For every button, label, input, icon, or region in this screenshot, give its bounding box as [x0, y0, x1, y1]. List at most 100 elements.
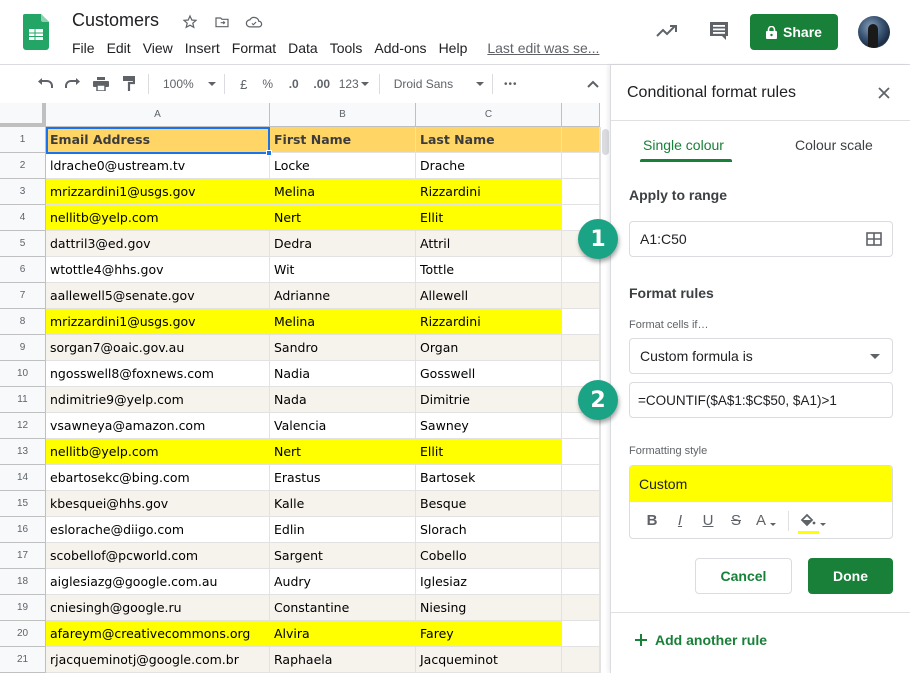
- cell-last-name[interactable]: Gosswell: [416, 361, 562, 387]
- cell-empty[interactable]: [562, 127, 600, 153]
- cell-last-name[interactable]: Allewell: [416, 283, 562, 309]
- row-header[interactable]: 8: [0, 309, 46, 335]
- account-avatar[interactable]: [858, 16, 890, 48]
- cell-email[interactable]: nellitb@yelp.com: [46, 205, 270, 231]
- cell-first-name[interactable]: Kalle: [270, 491, 416, 517]
- menu-format[interactable]: Format: [226, 38, 282, 58]
- cell-last-name[interactable]: Attril: [416, 231, 562, 257]
- cell-last-name[interactable]: Drache: [416, 153, 562, 179]
- row-header[interactable]: 2: [0, 153, 46, 179]
- activity-trend-icon[interactable]: [656, 22, 678, 38]
- row-header[interactable]: 21: [0, 647, 46, 673]
- sheets-logo-icon[interactable]: [23, 14, 49, 50]
- row-header[interactable]: 11: [0, 387, 46, 413]
- cell-email[interactable]: ndimitrie9@yelp.com: [46, 387, 270, 413]
- cell-empty[interactable]: [562, 179, 600, 205]
- cell-email[interactable]: mrizzardini1@usgs.gov: [46, 309, 270, 335]
- cell-first-name[interactable]: Erastus: [270, 465, 416, 491]
- row-header[interactable]: 16: [0, 517, 46, 543]
- cell-empty[interactable]: [562, 309, 600, 335]
- done-button[interactable]: Done: [808, 558, 893, 594]
- menu-data[interactable]: Data: [282, 38, 324, 58]
- comment-icon[interactable]: [708, 20, 730, 42]
- add-another-rule-button[interactable]: Add another rule: [635, 632, 767, 648]
- cell-last-name[interactable]: Organ: [416, 335, 562, 361]
- cell-last-name[interactable]: Tottle: [416, 257, 562, 283]
- more-formats-button[interactable]: 123: [337, 72, 371, 96]
- row-header[interactable]: 20: [0, 621, 46, 647]
- cell-email[interactable]: aiglesiazg@google.com.au: [46, 569, 270, 595]
- undo-icon[interactable]: [34, 72, 56, 96]
- font-select[interactable]: Droid Sans: [388, 72, 484, 96]
- custom-formula-input[interactable]: =COUNTIF($A$1:$C$50, $A1)>1: [629, 382, 893, 418]
- increase-decimal-button[interactable]: .00: [307, 72, 337, 96]
- cell-last-name[interactable]: Cobello: [416, 543, 562, 569]
- row-header[interactable]: 9: [0, 335, 46, 361]
- cell-last-name[interactable]: Sawney: [416, 413, 562, 439]
- row-header[interactable]: 14: [0, 465, 46, 491]
- condition-select[interactable]: Custom formula is: [629, 338, 893, 374]
- cell-first-name[interactable]: Audry: [270, 569, 416, 595]
- cell-first-name[interactable]: Melina: [270, 309, 416, 335]
- star-icon[interactable]: [180, 12, 200, 32]
- cell-first-name[interactable]: Dedra: [270, 231, 416, 257]
- cell-last-name[interactable]: Jacqueminot: [416, 647, 562, 673]
- cell-empty[interactable]: [562, 257, 600, 283]
- tab-single-colour[interactable]: Single colour: [643, 137, 724, 153]
- close-icon[interactable]: [875, 84, 893, 102]
- menu-edit[interactable]: Edit: [101, 38, 137, 58]
- row-header[interactable]: 5: [0, 231, 46, 257]
- cell-last-name[interactable]: Ellit: [416, 439, 562, 465]
- cell-first-name[interactable]: Melina: [270, 179, 416, 205]
- cell-email[interactable]: sorgan7@oaic.gov.au: [46, 335, 270, 361]
- cell-first-name[interactable]: Adrianne: [270, 283, 416, 309]
- decrease-decimal-button[interactable]: .0: [281, 72, 307, 96]
- cell-last-name[interactable]: Niesing: [416, 595, 562, 621]
- row-header[interactable]: 13: [0, 439, 46, 465]
- move-to-folder-icon[interactable]: [212, 12, 232, 32]
- bold-button[interactable]: B: [638, 509, 666, 533]
- cell-email[interactable]: mrizzardini1@usgs.gov: [46, 179, 270, 205]
- menu-file[interactable]: File: [66, 38, 101, 58]
- cell-first-name[interactable]: Locke: [270, 153, 416, 179]
- row-header[interactable]: 19: [0, 595, 46, 621]
- format-percent-button[interactable]: %: [255, 72, 281, 96]
- cell-email[interactable]: cniesingh@google.ru: [46, 595, 270, 621]
- cell-email[interactable]: ldrache0@ustream.tv: [46, 153, 270, 179]
- cell-first-name[interactable]: Nada: [270, 387, 416, 413]
- cell-first-name[interactable]: Sandro: [270, 335, 416, 361]
- row-header[interactable]: 18: [0, 569, 46, 595]
- cell-last-name[interactable]: Rizzardini: [416, 309, 562, 335]
- menu-insert[interactable]: Insert: [179, 38, 226, 58]
- menu-add-ons[interactable]: Add-ons: [368, 38, 432, 58]
- paint-format-icon[interactable]: [118, 72, 140, 96]
- cell-empty[interactable]: [562, 517, 600, 543]
- cell-email[interactable]: scobellof@pcworld.com: [46, 543, 270, 569]
- cell-email[interactable]: eslorache@diigo.com: [46, 517, 270, 543]
- cell-empty[interactable]: [562, 153, 600, 179]
- cell-empty[interactable]: [562, 491, 600, 517]
- cell-last-name[interactable]: Bartosek: [416, 465, 562, 491]
- cell-email[interactable]: ebartosekc@bing.com: [46, 465, 270, 491]
- row-header[interactable]: 3: [0, 179, 46, 205]
- share-button[interactable]: Share: [750, 14, 838, 50]
- cell-first-name[interactable]: Sargent: [270, 543, 416, 569]
- menu-view[interactable]: View: [137, 38, 179, 58]
- column-header-d[interactable]: [562, 103, 600, 127]
- cell-email[interactable]: dattril3@ed.gov: [46, 231, 270, 257]
- fill-color-button[interactable]: [795, 509, 829, 534]
- select-range-icon[interactable]: [866, 232, 882, 246]
- cell-email[interactable]: ngosswell8@foxnews.com: [46, 361, 270, 387]
- cell-empty[interactable]: [562, 647, 600, 673]
- zoom-select[interactable]: 100%: [163, 72, 216, 96]
- cell-last-name[interactable]: Ellit: [416, 205, 562, 231]
- cell-email[interactable]: Email Address: [46, 127, 270, 153]
- cell-email[interactable]: rjacqueminotj@google.com.br: [46, 647, 270, 673]
- column-header-a[interactable]: A: [46, 103, 270, 127]
- range-input[interactable]: A1:C50: [629, 221, 893, 257]
- menu-help[interactable]: Help: [433, 38, 474, 58]
- cell-first-name[interactable]: Nert: [270, 439, 416, 465]
- cell-last-name[interactable]: Last Name: [416, 127, 562, 153]
- cell-first-name[interactable]: Nert: [270, 205, 416, 231]
- format-currency-button[interactable]: £: [233, 72, 255, 96]
